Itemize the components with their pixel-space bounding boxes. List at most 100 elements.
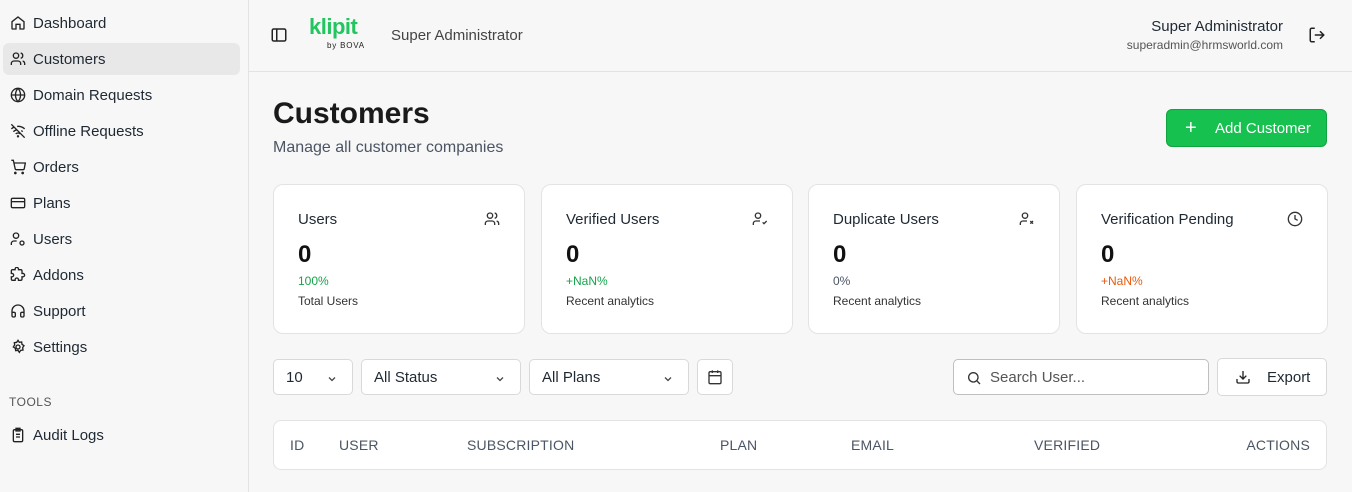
plans-filter-select[interactable]: All Plans bbox=[529, 359, 689, 395]
plus-icon: + bbox=[1185, 117, 1197, 139]
globe-icon bbox=[9, 86, 27, 104]
user-cog-icon bbox=[9, 230, 27, 248]
clock-icon bbox=[1287, 211, 1303, 227]
sidebar-item-offline-requests[interactable]: Offline Requests bbox=[3, 115, 240, 147]
user-x-icon bbox=[1019, 211, 1035, 227]
sidebar-toggle-button[interactable] bbox=[270, 26, 288, 44]
sidebar-item-domain-requests[interactable]: Domain Requests bbox=[3, 79, 240, 111]
sidebar-item-label: Addons bbox=[33, 266, 84, 284]
sidebar-item-settings[interactable]: Settings bbox=[3, 331, 240, 363]
logo-text: klipit bbox=[309, 14, 358, 39]
status-filter-select[interactable]: All Status bbox=[361, 359, 521, 395]
card-delta: +NaN% bbox=[1101, 274, 1143, 288]
sidebar-item-customers[interactable]: Customers bbox=[3, 43, 240, 75]
page-size-select[interactable]: 10 bbox=[273, 359, 353, 395]
stat-card-verified-users: Verified Users 0 +NaN% Recent analytics bbox=[541, 184, 793, 334]
sidebar-item-addons[interactable]: Addons bbox=[3, 259, 240, 291]
chevron-down-icon bbox=[662, 372, 674, 384]
export-button[interactable]: Export bbox=[1217, 358, 1327, 396]
add-customer-button[interactable]: + Add Customer bbox=[1166, 109, 1327, 147]
home-icon bbox=[9, 14, 27, 32]
column-header-plan[interactable]: PLAN bbox=[720, 437, 757, 453]
search-icon bbox=[966, 370, 982, 386]
sidebar-item-plans[interactable]: Plans bbox=[3, 187, 240, 219]
card-title: Verified Users bbox=[566, 211, 660, 228]
column-header-id[interactable]: ID bbox=[290, 437, 304, 453]
card-value: 0 bbox=[833, 241, 847, 268]
sidebar-item-label: Domain Requests bbox=[33, 86, 153, 104]
logout-button[interactable] bbox=[1308, 26, 1326, 44]
chevron-down-icon bbox=[326, 372, 338, 384]
card-footer: Total Users bbox=[298, 294, 359, 308]
card-value: 0 bbox=[1101, 241, 1115, 268]
stat-card-users: Users 0 100% Total Users bbox=[273, 184, 525, 334]
sidebar-item-users[interactable]: Users bbox=[3, 223, 240, 255]
customers-table: ID USER SUBSCRIPTION PLAN EMAIL VERIFIED… bbox=[273, 420, 1327, 470]
card-title: Verification Pending bbox=[1101, 211, 1234, 228]
sidebar-item-label: Customers bbox=[33, 50, 106, 68]
wifi-off-icon bbox=[9, 122, 27, 140]
sidebar-item-label: Support bbox=[33, 302, 86, 320]
gear-icon bbox=[9, 338, 27, 356]
logo-subtext: by BOVA bbox=[327, 41, 365, 50]
tools-section-label: TOOLS bbox=[9, 395, 52, 409]
column-header-user[interactable]: USER bbox=[339, 437, 379, 453]
credit-card-icon bbox=[9, 194, 27, 212]
sidebar: Dashboard Customers Domain Requests Offl… bbox=[0, 0, 249, 492]
sidebar-item-label: Orders bbox=[33, 158, 79, 176]
card-footer: Recent analytics bbox=[566, 294, 655, 308]
export-label: Export bbox=[1267, 368, 1311, 386]
sidebar-item-support[interactable]: Support bbox=[3, 295, 240, 327]
plans-filter-value: All Plans bbox=[542, 368, 601, 386]
sidebar-item-label: Users bbox=[33, 230, 73, 248]
chevron-down-icon bbox=[494, 372, 506, 384]
users-icon bbox=[484, 211, 500, 227]
user-email: superadmin@hrmsworld.com bbox=[1126, 38, 1283, 52]
cart-icon bbox=[9, 158, 27, 176]
stat-card-duplicate-users: Duplicate Users 0 0% Recent analytics bbox=[808, 184, 1060, 334]
sidebar-item-dashboard[interactable]: Dashboard bbox=[3, 7, 240, 39]
column-header-email[interactable]: EMAIL bbox=[851, 437, 894, 453]
card-delta: 0% bbox=[833, 274, 851, 288]
clipboard-icon bbox=[9, 426, 27, 444]
card-value: 0 bbox=[566, 241, 580, 268]
add-customer-label: Add Customer bbox=[1215, 119, 1311, 137]
sidebar-item-audit-logs[interactable]: Audit Logs bbox=[3, 419, 240, 451]
stat-card-verification-pending: Verification Pending 0 +NaN% Recent anal… bbox=[1076, 184, 1328, 334]
page-size-value: 10 bbox=[286, 368, 303, 386]
card-delta: +NaN% bbox=[566, 274, 608, 288]
card-value: 0 bbox=[298, 241, 312, 268]
sidebar-item-orders[interactable]: Orders bbox=[3, 151, 240, 183]
card-delta: 100% bbox=[298, 274, 329, 288]
search-box bbox=[953, 359, 1209, 395]
card-title: Duplicate Users bbox=[833, 211, 939, 228]
column-header-verified[interactable]: VERIFIED bbox=[1034, 437, 1100, 453]
puzzle-icon bbox=[9, 266, 27, 284]
column-header-actions: ACTIONS bbox=[1246, 437, 1310, 453]
sidebar-item-label: Dashboard bbox=[33, 14, 107, 32]
calendar-icon bbox=[708, 370, 722, 385]
panel-left-icon bbox=[271, 28, 287, 42]
card-footer: Recent analytics bbox=[833, 294, 922, 308]
card-footer: Recent analytics bbox=[1101, 294, 1190, 308]
page-subtitle: Manage all customer companies bbox=[273, 139, 504, 156]
download-icon bbox=[1235, 369, 1251, 385]
user-name: Super Administrator bbox=[1151, 18, 1283, 35]
column-header-subscription[interactable]: SUBSCRIPTION bbox=[467, 437, 574, 453]
sidebar-item-label: Offline Requests bbox=[33, 122, 144, 140]
sidebar-item-label: Plans bbox=[33, 194, 71, 212]
header-role-text: Super Administrator bbox=[391, 27, 523, 44]
sidebar-item-label: Audit Logs bbox=[33, 426, 104, 444]
date-picker-button[interactable] bbox=[697, 359, 733, 395]
headphones-icon bbox=[9, 302, 27, 320]
top-header: klipit by BOVA Super Administrator Super… bbox=[249, 0, 1352, 72]
search-input[interactable] bbox=[990, 360, 1200, 394]
logo: klipit by BOVA bbox=[309, 16, 381, 54]
users-icon bbox=[9, 50, 27, 68]
user-check-icon bbox=[752, 211, 768, 227]
page-title: Customers bbox=[273, 97, 430, 130]
card-title: Users bbox=[298, 211, 338, 228]
logout-icon bbox=[1309, 27, 1325, 43]
sidebar-item-label: Settings bbox=[33, 338, 88, 356]
status-filter-value: All Status bbox=[374, 368, 438, 386]
